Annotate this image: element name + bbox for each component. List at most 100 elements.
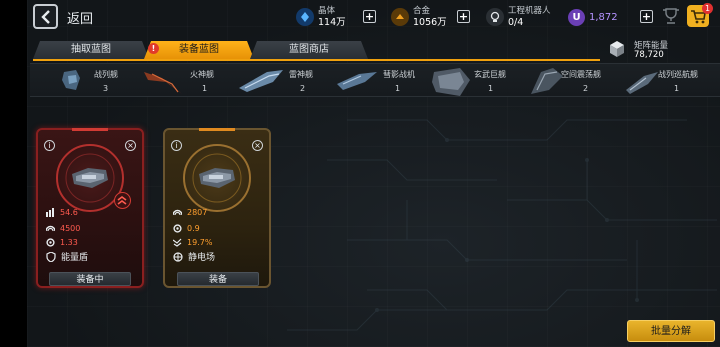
equipment-module-icon [192, 153, 242, 203]
ship-type-strip: 战列舰 3 火神舰 1 雷神舰 2 彗影战机 1 玄武巨舰 1 空间震荡舰 2 … [30, 63, 720, 97]
thunder-ship-icon [239, 70, 283, 92]
wings-icon [173, 238, 182, 247]
shield-arc-icon [173, 209, 182, 216]
energy-value: 78,720 [634, 50, 664, 60]
stat-value: 19.7% [187, 238, 213, 247]
attack-bars-icon [46, 208, 54, 217]
card-stat: 2807 [173, 208, 207, 217]
back-button[interactable] [33, 4, 58, 29]
trophy-icon[interactable] [661, 7, 681, 25]
ship-item[interactable]: 雷神舰 2 [237, 64, 332, 98]
info-icon[interactable]: i [44, 140, 55, 151]
card-stat: 19.7% [173, 238, 212, 247]
static-field-icon [173, 251, 183, 262]
card-stat: 4500 [46, 224, 80, 233]
tab-equip-blueprint[interactable]: 装备蓝图 [144, 41, 254, 59]
crystal-value: 114万 [318, 17, 346, 28]
skill-label: 静电场 [188, 253, 216, 263]
ship-item[interactable]: 战列舰 3 [58, 64, 148, 98]
shield-arc-icon [46, 225, 55, 232]
ship-item[interactable]: 战列巡航舰 1 [624, 64, 720, 98]
alloy-name: 合金 [413, 6, 431, 16]
chevron-left-icon [40, 9, 50, 24]
tab-draw-blueprint[interactable]: 抽取蓝图 [33, 41, 149, 59]
add-alloy-button[interactable]: + [457, 10, 470, 23]
stat-value: 1.33 [60, 238, 78, 247]
robot-icon [486, 8, 504, 26]
alloy-value: 1056万 [413, 17, 447, 28]
stat-value: 4500 [60, 224, 81, 233]
stat-value: 2807 [187, 208, 208, 217]
ship-count: 1 [202, 84, 208, 93]
comet-fighter-icon [337, 72, 377, 90]
ship-name: 玄武巨舰 [474, 70, 506, 79]
robot-name: 工程机器人 [508, 6, 551, 16]
premium-value: 1,872 [589, 11, 618, 23]
cart-badge: 1 [702, 3, 713, 14]
ship-item[interactable]: 玄武巨舰 1 [430, 64, 530, 98]
tab-alert-badge: ! [148, 43, 159, 54]
skill-label: 能量盾 [61, 253, 89, 263]
battlecruiser-icon [626, 72, 658, 94]
ship-name: 彗影战机 [383, 70, 415, 79]
resource-robot: 工程机器人 0/4 [486, 4, 551, 30]
robot-value: 0/4 [508, 17, 524, 28]
resource-crystal: 晶体 114万 [296, 4, 346, 30]
stat-value: 54.6 [60, 208, 78, 217]
batch-decompose-button[interactable]: 批量分解 [627, 320, 715, 342]
close-icon[interactable]: × [125, 140, 136, 151]
cube-icon [610, 41, 624, 57]
crystal-icon [296, 8, 314, 26]
rank-chevron-icon [114, 192, 131, 209]
card-skill: 能量盾 [46, 250, 88, 263]
ship-count: 2 [300, 84, 306, 93]
equip-button[interactable]: 装备 [177, 272, 259, 286]
ship-count: 3 [103, 84, 109, 93]
tab-blueprint-shop[interactable]: 蓝图商店 [250, 41, 368, 59]
crystal-name: 晶体 [318, 6, 336, 16]
blueprint-card-equipped[interactable]: i × 54.6 4500 1.33 能量盾 [36, 128, 144, 288]
equipped-button[interactable]: 装备中 [49, 272, 131, 286]
equipment-module-icon [65, 153, 115, 203]
alloy-icon [391, 8, 409, 26]
stat-value: 0.9 [187, 224, 200, 233]
back-label: 返回 [67, 12, 94, 27]
gear-icon [173, 224, 182, 233]
card-stat: 54.6 [46, 208, 78, 217]
resource-premium: U 1,872 [568, 4, 618, 30]
vulcan-ship-icon [144, 72, 182, 94]
u-currency-icon: U [568, 8, 585, 26]
ship-name: 战列巡航舰 [658, 70, 698, 79]
gear-icon [46, 238, 55, 247]
ship-item[interactable]: 火神舰 1 [142, 64, 237, 98]
resource-alloy: 合金 1056万 [391, 4, 447, 30]
ship-item[interactable]: 彗影战机 1 [335, 64, 430, 98]
ship-name: 火神舰 [190, 70, 214, 79]
battleship-icon [62, 70, 80, 90]
ship-count: 1 [488, 84, 494, 93]
left-screen-strip [0, 0, 27, 347]
card-stat: 0.9 [173, 224, 200, 233]
blueprint-card[interactable]: i × 2807 0.9 19.7% 静电场 [163, 128, 271, 288]
top-bar: 返回 晶体 114万 + 合金 1056万 + 工程机器人 0/4 U 1,87… [27, 0, 720, 34]
card-stat: 1.33 [46, 238, 78, 247]
tab-underline [33, 59, 600, 61]
ship-name: 雷神舰 [289, 70, 313, 79]
ship-count: 2 [583, 84, 589, 93]
add-premium-button[interactable]: + [640, 10, 653, 23]
ship-name: 战列舰 [94, 70, 118, 79]
energy-shield-icon [46, 251, 56, 262]
ship-count: 1 [674, 84, 680, 93]
card-top-accent [72, 128, 108, 131]
ship-count: 1 [395, 84, 401, 93]
add-crystal-button[interactable]: + [363, 10, 376, 23]
close-icon[interactable]: × [252, 140, 263, 151]
info-icon[interactable]: i [171, 140, 182, 151]
ship-item[interactable]: 空间震荡舰 2 [527, 64, 627, 98]
shop-cart-button[interactable]: 1 [687, 3, 713, 27]
card-top-accent [199, 128, 235, 131]
xuanwu-giant-ship-icon [432, 68, 470, 96]
module-orb [183, 144, 251, 212]
ship-name: 空间震荡舰 [561, 70, 601, 79]
card-skill: 静电场 [173, 250, 215, 263]
